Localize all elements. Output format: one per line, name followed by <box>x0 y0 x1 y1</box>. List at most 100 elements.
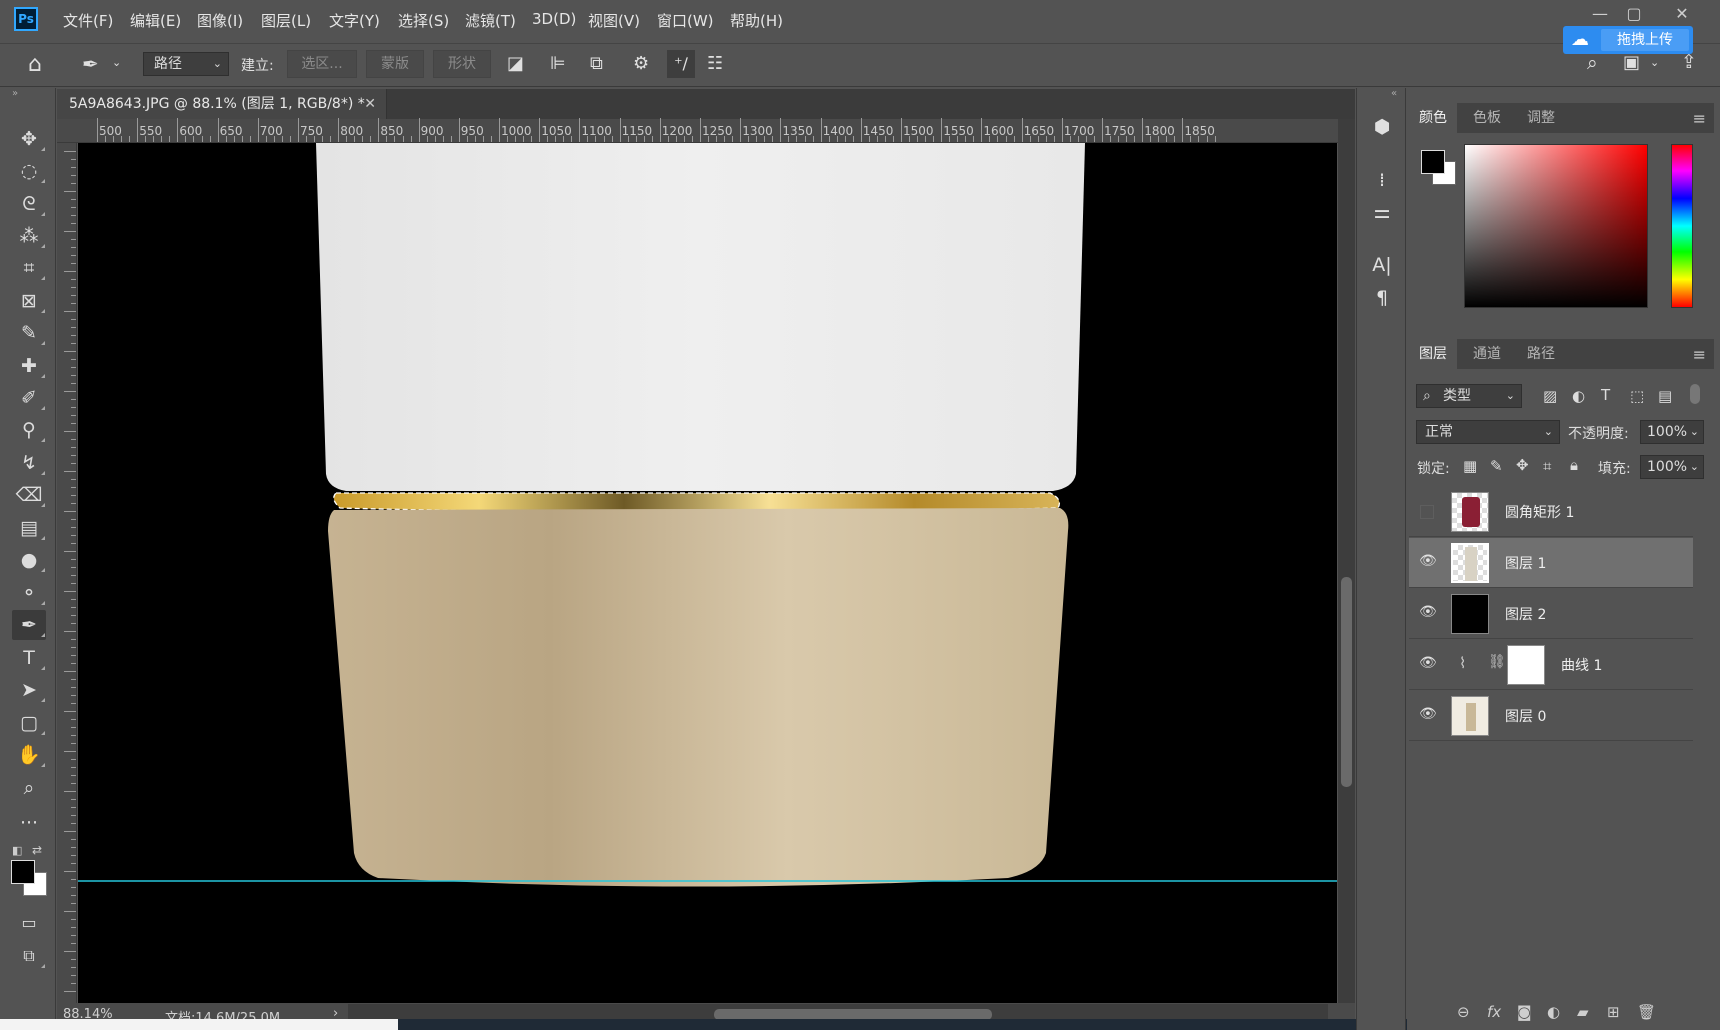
menu-help[interactable]: 帮助(H) <box>730 10 783 31</box>
move-tool-icon[interactable]: ✥ <box>12 124 46 154</box>
vertical-scroll-thumb[interactable] <box>1341 577 1352 787</box>
gear-icon[interactable]: ⚙ <box>633 53 649 74</box>
collapse-icon[interactable]: » <box>12 88 18 99</box>
3d-icon[interactable]: ⬢ <box>1368 112 1396 142</box>
eye-icon[interactable]: 👁︎ <box>1419 604 1437 620</box>
clone-stamp-tool-icon[interactable]: ⚲ <box>12 415 46 445</box>
frame-tool-icon[interactable]: ⊠ <box>12 286 46 316</box>
chevron-down-icon[interactable]: ⌄ <box>112 56 121 69</box>
lock-position-icon[interactable]: ✥ <box>1516 456 1529 474</box>
close-button[interactable]: ✕ <box>1662 4 1702 24</box>
type-tool-icon[interactable]: T <box>12 643 46 673</box>
properties-icon[interactable]: ⚌ <box>1368 197 1396 227</box>
eye-icon[interactable]: 👁︎ <box>1419 706 1437 722</box>
align-edges-icon[interactable]: ☷ <box>707 53 723 74</box>
layer-row-layer-0[interactable]: 👁︎ 图层 0 <box>1409 691 1693 741</box>
opacity-input[interactable]: 100% ⌄ <box>1640 420 1704 444</box>
menu-select[interactable]: 选择(S) <box>398 10 449 31</box>
lock-all-icon[interactable]: 🔒︎ <box>1570 456 1578 474</box>
tab-channels[interactable]: 通道 <box>1463 339 1511 369</box>
quick-mask-icon[interactable]: ▭ <box>12 908 46 938</box>
filter-type-icon[interactable]: T <box>1601 386 1610 404</box>
brush-tool-icon[interactable]: ✐ <box>12 383 46 413</box>
quick-select-tool-icon[interactable]: ⁂ <box>12 221 46 251</box>
fx-icon[interactable]: fx <box>1487 1003 1501 1021</box>
path-selection-tool-icon[interactable]: ➤ <box>12 675 46 705</box>
default-colors-icon[interactable]: ◧ <box>12 844 22 857</box>
document-tab[interactable]: 5A9A8643.JPG @ 88.1% (图层 1, RGB/8*) * ✕ <box>57 89 387 119</box>
panel-menu-icon[interactable]: ≡ <box>1693 109 1706 128</box>
filter-smart-object-icon[interactable]: ▤ <box>1658 387 1672 405</box>
make-mask-button[interactable]: 蒙版 <box>366 50 424 78</box>
menu-type[interactable]: 文字(Y) <box>329 10 380 31</box>
healing-brush-tool-icon[interactable]: ✚ <box>12 351 46 381</box>
lasso-tool-icon[interactable]: ᘓ <box>12 189 46 219</box>
make-shape-button[interactable]: 形状 <box>433 50 491 78</box>
close-tab-icon[interactable]: ✕ <box>364 89 376 119</box>
shape-tool-icon[interactable]: ▢ <box>12 708 46 738</box>
tab-layers[interactable]: 图层 <box>1409 339 1457 369</box>
menu-edit[interactable]: 编辑(E) <box>130 10 181 31</box>
link-layers-icon[interactable]: ⊖ <box>1457 1003 1470 1021</box>
swap-colors-icon[interactable]: ⇄ <box>32 843 42 857</box>
more-tools-icon[interactable]: ··· <box>12 808 46 838</box>
tab-adjustments[interactable]: 调整 <box>1517 103 1565 133</box>
filter-toggle[interactable] <box>1690 384 1700 404</box>
menu-3d[interactable]: 3D(D) <box>532 10 576 28</box>
trash-icon[interactable]: 🗑︎ <box>1637 1003 1656 1021</box>
hand-tool-icon[interactable]: ✋ <box>12 740 46 770</box>
layer-row-rounded-rectangle-1[interactable]: 圆角矩形 1 <box>1409 487 1693 537</box>
vertical-scrollbar[interactable] <box>1338 119 1355 1003</box>
add-mask-icon[interactable]: ◙ <box>1517 1003 1532 1021</box>
make-selection-button[interactable]: 选区... <box>287 50 357 78</box>
share-icon[interactable]: ⇪ <box>1681 51 1697 73</box>
menu-window[interactable]: 窗口(W) <box>657 10 714 31</box>
filter-pixel-icon[interactable]: ▨ <box>1543 387 1557 405</box>
menu-image[interactable]: 图像(I) <box>197 10 243 31</box>
character-icon[interactable]: A| <box>1368 250 1396 280</box>
auto-add-delete-icon[interactable]: ⁺∕ <box>667 50 695 78</box>
zoom-tool-icon[interactable]: ⌕ <box>12 773 46 803</box>
crop-tool-icon[interactable]: ⌗ <box>12 253 46 283</box>
search-icon[interactable]: ⌕ <box>1587 52 1598 74</box>
pen-mode-select[interactable]: 路径 ⌄ <box>143 52 229 76</box>
tab-color[interactable]: 颜色 <box>1409 103 1457 133</box>
layer-row-layer-1[interactable]: 👁︎ 图层 1 <box>1409 538 1693 588</box>
color-panel-foreground-swatch[interactable] <box>1421 150 1445 174</box>
visibility-toggle-off[interactable] <box>1420 505 1434 519</box>
lock-artboard-icon[interactable]: ⌗ <box>1543 457 1551 475</box>
layer-row-layer-2[interactable]: 👁︎ 图层 2 <box>1409 589 1693 639</box>
blur-tool-icon[interactable]: ● <box>12 545 46 575</box>
brush-settings-icon[interactable]: ⁞ <box>1368 165 1396 195</box>
adjustment-layer-icon[interactable]: ◐ <box>1547 1003 1560 1021</box>
eyedropper-tool-icon[interactable]: ✎ <box>12 318 46 348</box>
gradient-tool-icon[interactable]: ▤ <box>12 513 46 543</box>
document-canvas[interactable] <box>78 143 1337 1003</box>
foreground-color-swatch[interactable] <box>11 860 35 884</box>
panel-menu-icon[interactable]: ≡ <box>1693 345 1706 364</box>
lock-transparent-icon[interactable]: ▦ <box>1463 457 1477 475</box>
menu-file[interactable]: 文件(F) <box>63 10 113 31</box>
eye-icon[interactable]: 👁︎ <box>1419 553 1437 569</box>
menu-view[interactable]: 视图(V) <box>588 10 640 31</box>
menu-layer[interactable]: 图层(L) <box>261 10 311 31</box>
tab-paths[interactable]: 路径 <box>1517 339 1565 369</box>
paragraph-icon[interactable]: ¶ <box>1368 283 1396 313</box>
history-brush-tool-icon[interactable]: ↯ <box>12 448 46 478</box>
path-alignment-icon[interactable]: ⊫ <box>550 53 566 74</box>
path-arrangement-icon[interactable]: ⧉ <box>590 53 603 74</box>
home-icon[interactable]: ⌂ <box>28 52 42 77</box>
marquee-tool-icon[interactable]: ◌ <box>12 156 46 186</box>
screen-mode-icon[interactable]: ⧉ <box>12 941 46 971</box>
menu-filter[interactable]: 滤镜(T) <box>465 10 516 31</box>
new-layer-icon[interactable]: ⊞ <box>1607 1003 1620 1021</box>
maximize-button[interactable]: ▢ <box>1614 4 1654 24</box>
dodge-tool-icon[interactable]: ⚬ <box>12 578 46 608</box>
path-operations-icon[interactable]: ◪ <box>507 53 524 74</box>
link-icon[interactable]: ⛓︎ <box>1488 654 1506 670</box>
eye-icon[interactable]: 👁︎ <box>1419 655 1437 671</box>
layer-row-curves-1[interactable]: 👁︎ ⌇ ⛓︎ 曲线 1 <box>1409 640 1693 690</box>
chevron-down-icon[interactable]: ⌄ <box>1650 56 1659 69</box>
hue-slider[interactable] <box>1671 144 1693 308</box>
filter-shape-icon[interactable]: ⬚ <box>1630 387 1644 405</box>
